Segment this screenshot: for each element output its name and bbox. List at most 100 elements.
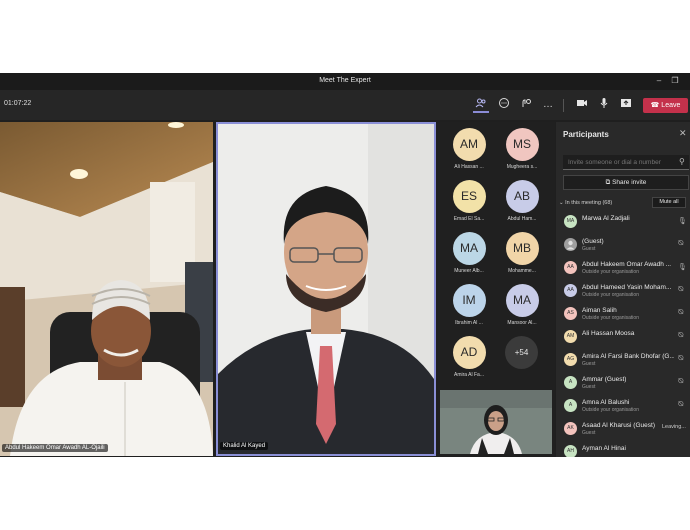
- self-view-video[interactable]: [440, 390, 552, 454]
- mute-all-button[interactable]: Mute all: [652, 197, 686, 208]
- participant-subtitle: Outside your organisation: [582, 292, 639, 298]
- gallery-avatar[interactable]: AB Abdul Ham...: [498, 180, 546, 222]
- participant-row[interactable]: AH Ayman Al Hinai: [556, 443, 690, 457]
- chevron-down-icon: ⌄: [559, 200, 564, 206]
- participants-icon[interactable]: [473, 97, 489, 113]
- gallery-avatar[interactable]: AD Amira Al Fa...: [445, 336, 493, 378]
- avatar: A: [564, 376, 577, 389]
- avatar: MA: [564, 215, 577, 228]
- microphone-muted-icon: ⦰: [678, 240, 684, 247]
- leave-label: Leave: [661, 102, 681, 109]
- avatar-initials: MA: [452, 232, 486, 265]
- gallery-avatar[interactable]: ES Emad El Sa...: [445, 180, 493, 222]
- microphone-icon[interactable]: [596, 97, 612, 113]
- share-screen-icon[interactable]: [618, 97, 634, 113]
- avatar-label: Abdul Ham...: [507, 216, 537, 222]
- avatar: AS: [564, 307, 577, 320]
- gallery-avatar[interactable]: MA Mansoor Al...: [498, 284, 546, 326]
- video-tile-speaker-2[interactable]: Khalid Al Kayed: [216, 122, 436, 456]
- chat-icon[interactable]: [496, 97, 512, 113]
- participant-name: Aiman Salih: [582, 307, 617, 314]
- participant-row[interactable]: A Amna Al Balushi Outside your organisat…: [556, 397, 690, 417]
- participant-row[interactable]: AS Aiman Salih Outside your organisation…: [556, 305, 690, 325]
- participant-name: Amna Al Balushi: [582, 399, 630, 406]
- invite-input[interactable]: [563, 155, 689, 170]
- avatar-label: Amira Al Fa...: [453, 372, 484, 378]
- participant-subtitle: Guest: [582, 361, 596, 367]
- avatar-label: Mohamme...: [508, 268, 536, 274]
- avatar: A: [564, 399, 577, 412]
- avatar: AH: [564, 445, 577, 457]
- microphone-muted-icon: ⦰: [678, 332, 684, 339]
- more-options-icon[interactable]: …: [540, 97, 556, 113]
- camera-icon[interactable]: [574, 97, 590, 113]
- speaker-2-name-tag: Khalid Al Kayed: [220, 442, 269, 450]
- participant-row[interactable]: AG Amira Al Farsi Bank Dhofar (G... Gues…: [556, 351, 690, 371]
- in-meeting-section-header[interactable]: ⌄ In this meeting (68): [559, 200, 612, 206]
- avatar-initials: MA: [505, 284, 539, 317]
- participant-row[interactable]: MA Marwa Al Zadjali 🎙: [556, 213, 690, 233]
- participant-row[interactable]: AM Ali Hassan Moosa ⦰: [556, 328, 690, 348]
- participant-gallery: AM Ali Hassan ... MS Mugheera s... ES Em…: [438, 122, 555, 456]
- avatar-initials: AM: [452, 128, 486, 161]
- window-title: Meet The Expert: [319, 77, 371, 84]
- avatar-label: Mansoor Al...: [507, 320, 537, 326]
- participant-name: Asaad Al Kharusi (Guest): [582, 422, 655, 429]
- close-icon[interactable]: ✕: [679, 128, 687, 139]
- participant-name: Amira Al Farsi Bank Dhofar (G...: [582, 353, 674, 360]
- gallery-avatar[interactable]: IM Ibrahim Al ...: [445, 284, 493, 326]
- avatar-initials: MS: [505, 128, 539, 161]
- speaker-1-name-tag: Abdul Hakeem Omar Awadh AL-Ojaili: [2, 444, 108, 452]
- avatar-label: Mugheera s...: [506, 164, 538, 170]
- participant-name: Abdul Hakeem Omar Awadh ...: [582, 261, 672, 268]
- participant-name: Ali Hassan Moosa: [582, 330, 635, 337]
- participant-row[interactable]: AK Asaad Al Kharusi (Guest) Guest Leavin…: [556, 420, 690, 440]
- gallery-avatar[interactable]: MA Muneer Alb...: [445, 232, 493, 274]
- avatar-initials: ES: [452, 180, 486, 213]
- search-icon[interactable]: ⚲: [679, 157, 685, 166]
- share-invite-label: Share invite: [612, 179, 647, 186]
- microphone-muted-icon: ⦰: [678, 355, 684, 362]
- participant-name: (Guest): [582, 238, 604, 245]
- participant-name: Ammar (Guest): [582, 376, 627, 383]
- participant-name: Abdul Hameed Yasin Moham...: [582, 284, 672, 291]
- share-icon: ⧉: [605, 179, 611, 186]
- share-invite-button[interactable]: ⧉ Share invite: [563, 175, 689, 190]
- participant-row[interactable]: (Guest) Guest ⦰: [556, 236, 690, 256]
- title-bar: Meet The Expert – ❐: [0, 73, 690, 90]
- participant-row[interactable]: AA Abdul Hameed Yasin Moham... Outside y…: [556, 282, 690, 302]
- participants-panel: Participants ✕ ⚲ ⧉ Share invite ⌄ In thi…: [556, 122, 690, 457]
- participant-subtitle: Outside your organisation: [582, 269, 639, 275]
- meeting-toolbar: 01:07:22 … ☎ Leave: [0, 90, 690, 120]
- gallery-avatar[interactable]: MS Mugheera s...: [498, 128, 546, 170]
- leave-button[interactable]: ☎ Leave: [643, 98, 688, 113]
- microphone-icon: 🎙: [678, 264, 687, 271]
- toolbar-divider: [563, 99, 564, 112]
- avatar-label: Muneer Alb...: [454, 268, 484, 274]
- participant-row[interactable]: A Ammar (Guest) Guest ⦰: [556, 374, 690, 394]
- avatar: AA: [564, 284, 577, 297]
- participant-name: Marwa Al Zadjali: [582, 215, 630, 222]
- avatar: AK: [564, 422, 577, 435]
- participant-subtitle: Guest: [582, 246, 596, 252]
- microphone-icon: 🎙: [678, 218, 687, 225]
- participant-subtitle: Outside your organisation: [582, 315, 639, 321]
- microphone-muted-icon: ⦰: [678, 378, 684, 385]
- leaving-status: Leaving...: [662, 424, 686, 430]
- avatar-initials: IM: [452, 284, 486, 317]
- reactions-icon[interactable]: [518, 97, 534, 113]
- avatar-label: Ibrahim Al ...: [455, 320, 483, 326]
- self-view-feed: [440, 390, 552, 454]
- more-participants-button[interactable]: +54: [505, 336, 538, 369]
- microphone-muted-icon: ⦰: [678, 401, 684, 408]
- meeting-timer: 01:07:22: [4, 100, 32, 107]
- avatar-initials: AD: [452, 336, 486, 369]
- microphone-muted-icon: ⦰: [678, 286, 684, 293]
- restore-icon[interactable]: ❐: [668, 75, 682, 87]
- phone-hangup-icon: ☎: [650, 102, 660, 109]
- participant-row[interactable]: AA Abdul Hakeem Omar Awadh ... Outside y…: [556, 259, 690, 279]
- video-tile-speaker-1[interactable]: Abdul Hakeem Omar Awadh AL-Ojaili: [0, 122, 213, 456]
- gallery-avatar[interactable]: AM Ali Hassan ...: [445, 128, 493, 170]
- minimize-icon[interactable]: –: [652, 75, 666, 87]
- gallery-avatar[interactable]: MB Mohamme...: [498, 232, 546, 274]
